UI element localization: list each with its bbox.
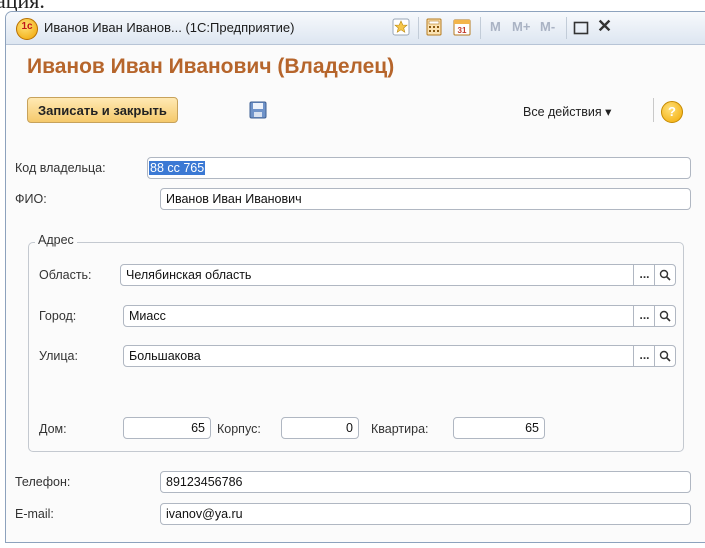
calculator-icon[interactable] bbox=[425, 18, 443, 36]
toolbar-separator bbox=[480, 17, 481, 39]
street-choose-button[interactable]: ... bbox=[633, 345, 655, 367]
city-field[interactable]: Миасс bbox=[123, 305, 634, 327]
toolbar-separator bbox=[566, 17, 567, 39]
apartment-field[interactable]: 65 bbox=[453, 417, 545, 439]
building-label: Корпус: bbox=[217, 422, 261, 436]
email-field[interactable]: ivanov@ya.ru bbox=[160, 503, 691, 525]
city-label: Город: bbox=[39, 309, 77, 323]
toolbar-separator bbox=[418, 17, 419, 39]
building-field[interactable]: 0 bbox=[281, 417, 359, 439]
all-actions-menu[interactable]: Все действия ▾ bbox=[523, 104, 611, 119]
region-choose-button[interactable]: ... bbox=[633, 264, 655, 286]
address-group-title: Адрес bbox=[35, 233, 77, 247]
street-field[interactable]: Большакова bbox=[123, 345, 634, 367]
phone-label: Телефон: bbox=[15, 475, 71, 489]
region-label: Область: bbox=[39, 268, 92, 282]
form-title: Иванов Иван Иванович (Владелец) bbox=[27, 55, 395, 78]
1c-logo-icon[interactable]: 1c bbox=[16, 18, 38, 40]
help-icon[interactable]: ? bbox=[661, 101, 683, 123]
form-window: 1c Иванов Иван Иванов... (1С:Предприятие… bbox=[5, 11, 705, 543]
fio-field[interactable]: Иванов Иван Иванович bbox=[160, 188, 691, 210]
close-icon[interactable]: ✕ bbox=[597, 16, 612, 37]
phone-field[interactable]: 89123456786 bbox=[160, 471, 691, 493]
region-search-icon[interactable] bbox=[654, 264, 676, 286]
maximize-icon[interactable] bbox=[573, 20, 589, 36]
svg-text:31: 31 bbox=[458, 26, 467, 35]
apartment-label: Квартира: bbox=[371, 422, 429, 436]
toolbar-separator bbox=[653, 98, 654, 122]
memory-button[interactable]: M bbox=[490, 19, 501, 34]
calendar-icon[interactable]: 31 bbox=[453, 18, 471, 36]
email-label: E-mail: bbox=[15, 507, 54, 521]
house-label: Дом: bbox=[39, 422, 67, 436]
street-label: Улица: bbox=[39, 349, 78, 363]
save-icon[interactable] bbox=[248, 100, 268, 120]
street-search-icon[interactable] bbox=[654, 345, 676, 367]
title-bar[interactable]: 1c Иванов Иван Иванов... (1С:Предприятие… bbox=[6, 12, 705, 45]
star-icon[interactable] bbox=[392, 18, 410, 36]
save-and-close-button[interactable]: Записать и закрыть bbox=[27, 97, 178, 123]
owner-code-field[interactable]: 88 сс 765 bbox=[147, 157, 691, 179]
memory-plus-button[interactable]: M+ bbox=[512, 19, 530, 34]
window-title: Иванов Иван Иванов... (1С:Предприятие) bbox=[44, 20, 295, 35]
region-field[interactable]: Челябинская область bbox=[120, 264, 634, 286]
city-search-icon[interactable] bbox=[654, 305, 676, 327]
owner-code-label: Код владельца: bbox=[15, 161, 106, 175]
house-field[interactable]: 65 bbox=[123, 417, 211, 439]
memory-minus-button[interactable]: M- bbox=[540, 19, 555, 34]
fio-label: ФИО: bbox=[15, 192, 47, 206]
city-choose-button[interactable]: ... bbox=[633, 305, 655, 327]
